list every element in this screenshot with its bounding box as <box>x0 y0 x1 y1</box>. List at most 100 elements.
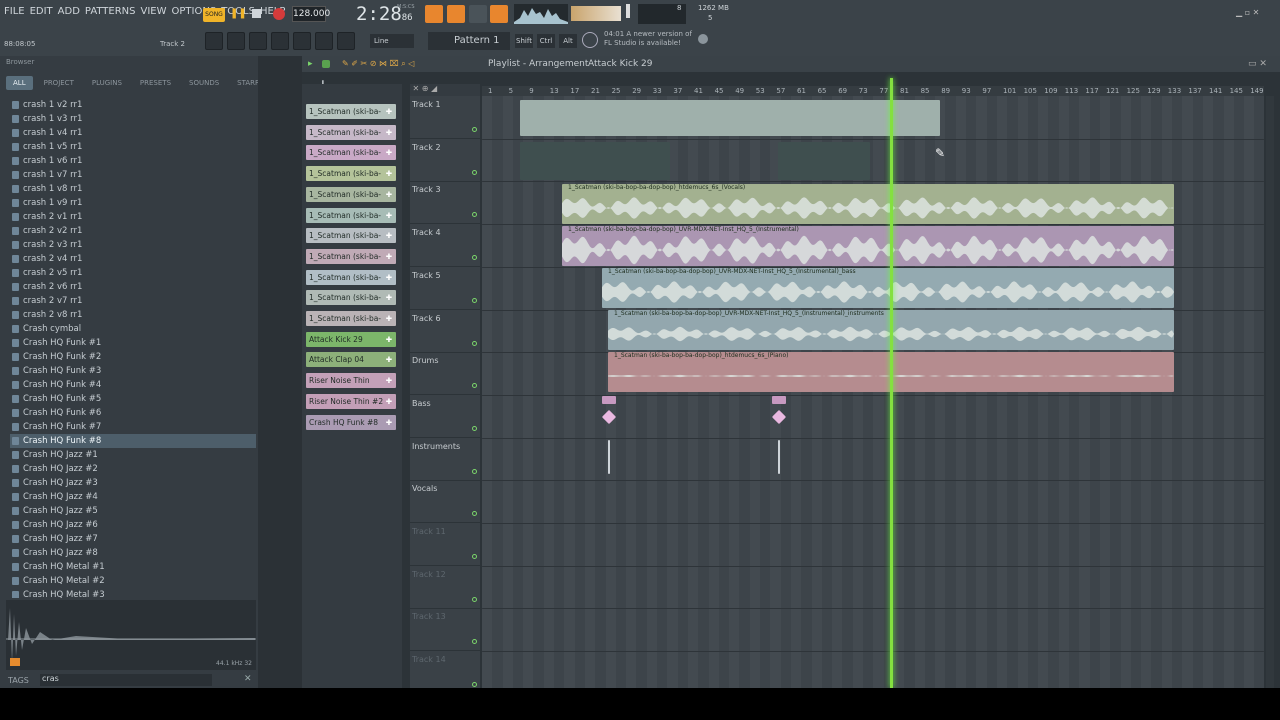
tab-all[interactable]: ALL <box>6 76 33 90</box>
browser-list-item[interactable]: Crash HQ Funk #2 <box>10 350 256 364</box>
metronome-icon[interactable] <box>490 5 508 23</box>
browser-list-item[interactable]: crash 2 v6 rr1 <box>10 280 256 294</box>
picker-add-icon[interactable]: ✚ <box>386 125 392 140</box>
track-header[interactable]: Vocals <box>410 480 480 524</box>
track-mute-led-icon[interactable] <box>472 468 477 474</box>
arrow-right-icon[interactable] <box>315 32 333 50</box>
menu-file[interactable]: FILE <box>4 6 25 17</box>
playlist-window-controls[interactable]: ▭ ✕ <box>1248 56 1267 72</box>
browser-list-item[interactable]: Crash HQ Jazz #4 <box>10 490 256 504</box>
picker-clip-item[interactable]: 1_Scatman (ski-ba- ✚ <box>306 145 396 161</box>
audio-clip[interactable] <box>520 100 940 136</box>
track-header[interactable]: Drums <box>410 352 480 396</box>
view-mixer-icon[interactable] <box>271 32 289 50</box>
close-search-icon[interactable]: ✕ <box>244 674 252 684</box>
tempo-field[interactable]: 128.000 <box>292 6 330 22</box>
browser-list-item[interactable]: crash 2 v8 rr1 <box>10 308 256 322</box>
picker-clip-item[interactable]: 1_Scatman (ski-ba- ✚ <box>306 228 396 244</box>
browser-list-item[interactable]: Crash HQ Jazz #8 <box>10 546 256 560</box>
track-header[interactable]: Bass <box>410 395 480 438</box>
browser-list-item[interactable]: crash 2 v7 rr1 <box>10 294 256 308</box>
browser-list-item[interactable]: Crash cymbal <box>10 322 256 336</box>
pattern-select[interactable]: Pattern 1 <box>428 32 510 50</box>
bass-note-marker[interactable] <box>608 440 610 474</box>
countdown-icon[interactable] <box>447 5 465 23</box>
browser-list-item[interactable]: Crash HQ Jazz #1 <box>10 448 256 462</box>
browser-list-item[interactable]: crash 1 v3 rr1 <box>10 112 256 126</box>
picker-add-icon[interactable]: ✚ <box>386 249 392 264</box>
master-pitch-slider[interactable] <box>626 4 630 18</box>
bass-note-marker[interactable] <box>778 440 780 474</box>
track-mute-led-icon[interactable] <box>472 554 477 559</box>
vertical-scrollbar[interactable] <box>1266 96 1274 688</box>
browser-list-item[interactable]: Crash HQ Funk #7 <box>10 420 256 434</box>
track-mute-led-icon[interactable] <box>472 596 477 602</box>
record-icon[interactable] <box>273 8 285 20</box>
picker-add-icon[interactable]: ✚ <box>386 166 392 181</box>
browser-list-item[interactable]: crash 1 v6 rr1 <box>10 154 256 168</box>
picker-clip-item[interactable]: 1_Scatman (ski-ba- ✚ <box>306 311 396 326</box>
audio-clip[interactable] <box>778 142 870 180</box>
view-piano-roll-icon[interactable] <box>227 32 245 50</box>
picker-add-icon[interactable]: ✚ <box>386 290 392 305</box>
browser-list-item[interactable]: crash 1 v8 rr1 <box>10 182 256 196</box>
window-controls[interactable]: ▁ ▫ ✕ <box>1236 8 1276 18</box>
draw-tools-icon[interactable]: ✎ ✐ ✂ ⊘ ⋈ ⌧ ⌕ ◁ <box>342 56 414 72</box>
menu-edit[interactable]: EDIT <box>30 6 53 17</box>
view-browser-icon[interactable] <box>293 32 311 50</box>
ctrl-key-button[interactable]: Ctrl <box>537 34 555 48</box>
track-header[interactable]: Track 6 <box>410 310 480 353</box>
audio-clip[interactable] <box>520 142 670 180</box>
browser-list-item[interactable]: crash 1 v2 rr1 <box>10 98 256 112</box>
browser-list-item[interactable]: Crash HQ Funk #5 <box>10 392 256 406</box>
picker-add-icon[interactable]: ✚ <box>386 187 392 202</box>
picker-clip-item[interactable]: 1_Scatman (ski-ba- ✚ <box>306 207 396 223</box>
picker-clip-item[interactable]: Attack Kick 29 ✚ <box>306 331 396 347</box>
menu-add[interactable]: ADD <box>58 6 80 17</box>
menu-view[interactable]: VIEW <box>141 6 167 17</box>
picker-add-icon[interactable]: ✚ <box>386 270 392 285</box>
browser-list-item[interactable]: Crash HQ Jazz #5 <box>10 504 256 518</box>
browser-list-item[interactable]: crash 1 v9 rr1 <box>10 196 256 210</box>
tab-presets[interactable]: PRESETS <box>133 76 178 90</box>
audio-clip[interactable]: 1_Scatman (ski-ba-bop-ba-dop-bop)_UVR-MD… <box>562 226 1174 266</box>
browser-list-item[interactable]: crash 1 v5 rr1 <box>10 140 256 154</box>
arrangement-grid[interactable]: 1_Scatman (ski-ba-bop-ba-dop-bop)_htdemu… <box>482 96 1264 688</box>
magnet-snap-icon[interactable] <box>322 60 330 68</box>
browser-list-item[interactable]: Crash HQ Metal #2 <box>10 574 256 588</box>
timeline-ruler[interactable]: 1 5 9 13 17 21 25 29 33 37 41 45 49 53 57 61 65 69 73 77 81 8… <box>482 86 1264 96</box>
track-header[interactable]: Track 13 <box>410 608 480 652</box>
news-panel[interactable]: 04:01 A newer version of FL Studio is ava… <box>604 30 692 48</box>
picker-add-icon[interactable]: ✚ <box>386 145 392 160</box>
picker-add-icon[interactable]: ✚ <box>386 228 392 243</box>
audio-clip[interactable]: 1_Scatman (ski-ba-bop-ba-dop-bop)_htdemu… <box>562 184 1174 224</box>
picker-clip-item[interactable]: 1_Scatman (ski-ba- ✚ <box>306 248 396 264</box>
picker-clip-item[interactable]: 1_Scatman (ski-ba- ✚ <box>306 166 396 182</box>
track-header[interactable]: Track 5 <box>410 267 480 310</box>
picker-add-icon[interactable]: ✚ <box>386 104 392 119</box>
picker-clip-item[interactable]: Riser Noise Thin ✚ <box>306 373 396 389</box>
tab-project[interactable]: PROJECT <box>37 76 81 90</box>
track-header[interactable]: Instruments <box>410 438 480 481</box>
picker-add-icon[interactable]: ✚ <box>386 332 392 347</box>
picker-add-icon[interactable]: ✚ <box>386 311 392 326</box>
track-mute-led-icon[interactable] <box>472 340 477 346</box>
picker-clip-item[interactable]: 1_Scatman (ski-ba- ✚ <box>306 186 396 202</box>
browser-list-item[interactable]: Crash HQ Jazz #3 <box>10 476 256 490</box>
alt-key-button[interactable]: Alt <box>559 34 577 48</box>
pause-icon[interactable]: ❚❚ <box>230 8 247 20</box>
picker-clip-item[interactable]: Crash HQ Funk #8 ✚ <box>306 414 396 430</box>
snap-select[interactable]: Line <box>370 34 414 48</box>
browser-list-item[interactable]: Crash HQ Jazz #2 <box>10 462 256 476</box>
song-mode-toggle[interactable]: SONG <box>203 8 225 22</box>
drum-clip-marker[interactable] <box>602 396 616 404</box>
picker-clip-item[interactable]: 1_Scatman (ski-ba- ✚ <box>306 290 396 306</box>
track-header-toolbar[interactable]: ✕ ⊕ ◢ <box>410 84 480 96</box>
track-header[interactable]: Track 3 <box>410 181 480 225</box>
tab-sounds[interactable]: SOUNDS <box>182 76 226 90</box>
browser-search-input[interactable]: cras <box>40 674 212 686</box>
online-icon[interactable] <box>698 34 708 44</box>
track-header[interactable]: Track 1 <box>410 96 480 139</box>
track-mute-led-icon[interactable] <box>472 511 477 517</box>
track-header[interactable]: Track 2 <box>410 139 480 182</box>
